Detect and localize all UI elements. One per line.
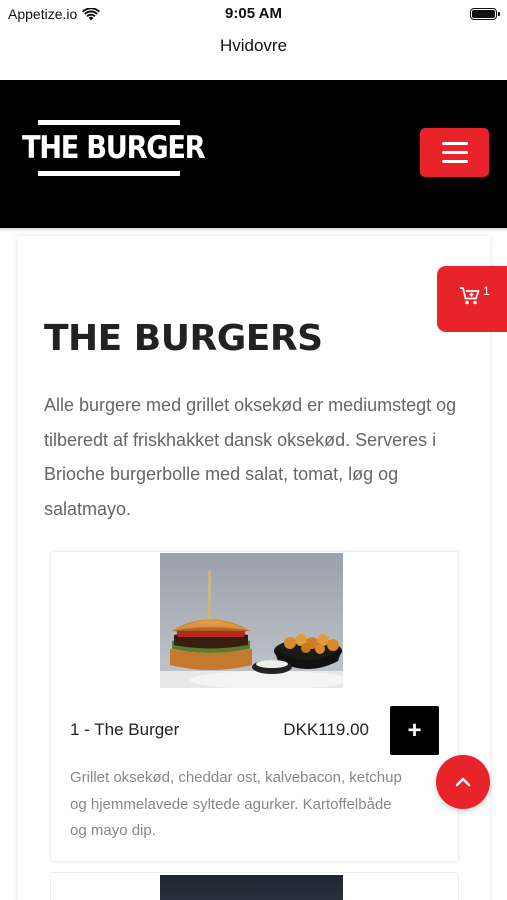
- product-image[interactable]: [160, 553, 343, 688]
- logo-text: THE BURGER: [22, 130, 206, 166]
- product-name[interactable]: 1 - The Burger: [70, 720, 179, 740]
- battery-icon: [470, 8, 500, 20]
- menu-button[interactable]: [420, 128, 489, 177]
- cart-count: 1: [483, 284, 490, 298]
- logo[interactable]: THE BURGER: [22, 120, 206, 176]
- cart-button[interactable]: 1: [437, 266, 507, 332]
- hamburger-menu-icon: [441, 142, 468, 145]
- logo-top-bar: [38, 120, 180, 125]
- scroll-to-top-button[interactable]: [436, 755, 490, 809]
- logo-bottom-bar: [38, 171, 180, 176]
- page-title: THE BURGERS: [44, 318, 323, 359]
- site-header: THE BURGER: [0, 80, 507, 228]
- burger-photo: [160, 553, 343, 688]
- product-image[interactable]: [160, 875, 343, 900]
- page-description: Alle burgere med grillet oksekød er medi…: [44, 395, 457, 519]
- chevron-up-icon: [455, 777, 471, 787]
- product-description: Grillet oksekød, cheddar ost, kalvebacon…: [70, 769, 402, 839]
- status-bar: Appetize.io 9:05 AM: [0, 0, 507, 28]
- add-to-cart-button[interactable]: +: [390, 706, 439, 755]
- cart-add-icon: [460, 287, 480, 305]
- plus-icon: +: [407, 716, 422, 744]
- status-time: 9:05 AM: [225, 5, 282, 22]
- page-url-title: Hvidovre: [219, 36, 288, 55]
- product-price: DKK119.00: [283, 720, 369, 739]
- header-divider: [0, 228, 507, 232]
